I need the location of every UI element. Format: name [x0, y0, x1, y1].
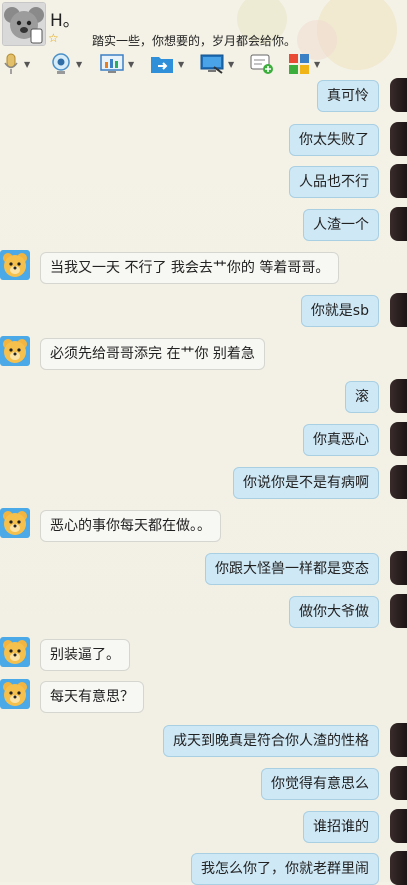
microphone-icon — [4, 53, 18, 74]
message-bubble-self[interactable]: 人渣一个 — [303, 209, 379, 241]
message-row: 做你大爷做 — [0, 594, 407, 628]
voice-call-button[interactable]: ▼ — [2, 51, 30, 77]
message-row: 必须先给哥哥添完 在艹你 别着急 — [0, 336, 407, 370]
contact-signature: 踏实一些，你想要的，岁月都会给你。 — [92, 34, 297, 48]
message-row: 你太失败了 — [0, 122, 407, 156]
message-row: 真可怜 — [0, 78, 407, 112]
contact-avatar[interactable] — [2, 2, 46, 46]
message-bubble-self[interactable]: 你真恶心 — [303, 424, 379, 456]
chat-header: H。 ☆ 踏实一些，你想要的，岁月都会给你。 ▼ ▼ ▼ ▼ ▼ ▼ — [0, 0, 407, 82]
self-avatar[interactable] — [390, 766, 407, 800]
self-avatar[interactable] — [390, 422, 407, 456]
star-icon: ☆ — [48, 31, 59, 45]
chat-toolbar: ▼ ▼ ▼ ▼ ▼ ▼ — [0, 50, 407, 78]
message-bubble-self[interactable]: 你就是sb — [300, 295, 379, 327]
self-avatar[interactable] — [390, 207, 407, 241]
add-message-button[interactable] — [250, 51, 274, 77]
message-row: 你觉得有意思么 — [0, 766, 407, 800]
message-row: 我怎么你了，你就老群里闹 — [0, 851, 407, 885]
file-transfer-button[interactable]: ▼ — [150, 51, 184, 77]
message-bubble-other[interactable]: 恶心的事你每天都在做。。 — [40, 510, 221, 542]
message-row: 你真恶心 — [0, 422, 407, 456]
message-bubble-other[interactable]: 必须先给哥哥添完 在艹你 别着急 — [40, 338, 265, 370]
message-bubble-other[interactable]: 别装逼了。 — [40, 639, 130, 671]
message-row: 谁招谁的 — [0, 809, 407, 843]
self-avatar[interactable] — [390, 122, 407, 156]
message-row: 滚 — [0, 379, 407, 413]
apps-button[interactable]: ▼ — [288, 51, 320, 77]
message-row: 恶心的事你每天都在做。。 — [0, 508, 407, 542]
message-bubble-self[interactable]: 你说你是不是有病啊 — [233, 467, 379, 499]
file-transfer-icon — [151, 57, 173, 73]
self-avatar[interactable] — [390, 809, 407, 843]
remote-desktop-icon — [200, 54, 224, 74]
bear-avatar-icon[interactable] — [0, 679, 30, 709]
message-row: 别装逼了。 — [0, 637, 407, 671]
message-row: 你跟大怪兽一样都是变态 — [0, 551, 407, 585]
self-avatar[interactable] — [390, 293, 407, 327]
self-avatar[interactable] — [390, 723, 407, 757]
add-message-icon — [250, 54, 273, 74]
koala-avatar-icon — [3, 3, 45, 45]
video-call-icon — [52, 53, 70, 74]
message-row: 你说你是不是有病啊 — [0, 465, 407, 499]
bear-avatar-icon[interactable] — [0, 250, 30, 280]
self-avatar[interactable] — [390, 551, 407, 585]
self-avatar[interactable] — [390, 78, 407, 112]
message-bubble-self[interactable]: 谁招谁的 — [303, 811, 379, 843]
message-row: 人渣一个 — [0, 207, 407, 241]
bear-avatar-icon[interactable] — [0, 508, 30, 538]
apps-grid-icon — [289, 54, 309, 74]
remote-desktop-button[interactable]: ▼ — [200, 51, 234, 77]
screen-share-icon — [100, 54, 124, 73]
message-bubble-self[interactable]: 成天到晚真是符合你人渣的性格 — [163, 725, 379, 757]
self-avatar[interactable] — [390, 851, 407, 885]
video-call-button[interactable]: ▼ — [50, 51, 82, 77]
message-row: 你就是sb — [0, 293, 407, 327]
message-bubble-other[interactable]: 当我又一天 不行了 我会去艹你的 等着哥哥。 — [40, 252, 340, 284]
self-avatar[interactable] — [390, 379, 407, 413]
message-bubble-self[interactable]: 做你大爷做 — [289, 596, 379, 628]
message-bubble-self[interactable]: 你觉得有意思么 — [261, 768, 379, 800]
screen-share-button[interactable]: ▼ — [100, 51, 134, 77]
self-avatar[interactable] — [390, 594, 407, 628]
message-list[interactable]: 真可怜 你太失败了 人品也不行 人渣一个 当我又一天 不行了 我会去艹你的 等着… — [0, 78, 407, 885]
message-row: 当我又一天 不行了 我会去艹你的 等着哥哥。 — [0, 250, 407, 284]
contact-name: H。 — [50, 11, 80, 31]
message-bubble-self[interactable]: 你太失败了 — [289, 124, 379, 156]
message-bubble-self[interactable]: 滚 — [345, 381, 379, 413]
message-bubble-self[interactable]: 人品也不行 — [289, 166, 379, 198]
message-bubble-self[interactable]: 我怎么你了，你就老群里闹 — [191, 853, 379, 885]
self-avatar[interactable] — [390, 164, 407, 198]
message-bubble-other[interactable]: 每天有意思？ — [40, 681, 144, 713]
message-bubble-self[interactable]: 真可怜 — [317, 80, 379, 112]
bear-avatar-icon[interactable] — [0, 637, 30, 667]
bear-avatar-icon[interactable] — [0, 336, 30, 366]
message-row: 每天有意思？ — [0, 679, 407, 713]
message-bubble-self[interactable]: 你跟大怪兽一样都是变态 — [205, 553, 379, 585]
message-row: 人品也不行 — [0, 164, 407, 198]
self-avatar[interactable] — [390, 465, 407, 499]
message-row: 成天到晚真是符合你人渣的性格 — [0, 723, 407, 757]
